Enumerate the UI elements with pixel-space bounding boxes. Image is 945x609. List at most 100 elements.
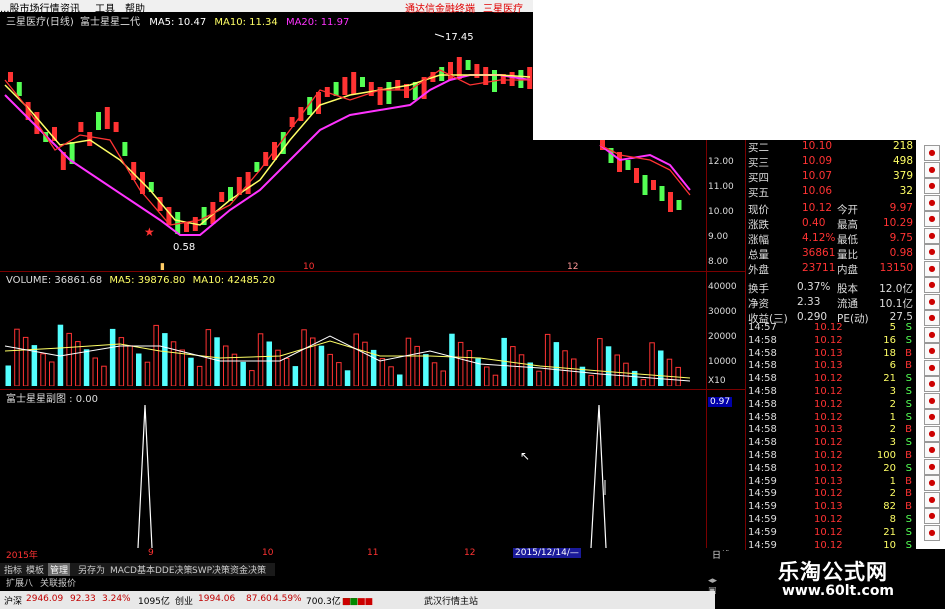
tab-fund[interactable]: 资金决策 <box>228 563 268 576</box>
volume-bar <box>640 379 647 386</box>
toolbar-tool-icon[interactable]: ● <box>924 244 940 260</box>
tick-time: 14:58 <box>748 386 777 397</box>
star-icon: ★ <box>144 225 155 239</box>
stat-value: 10.1亿 <box>879 298 913 310</box>
tick-direction: S <box>905 386 912 397</box>
toolbar-tool-icon[interactable]: ● <box>924 227 940 244</box>
toolbar-tool-icon[interactable]: ● <box>924 211 940 227</box>
tick-direction: S <box>905 526 912 538</box>
volume-bar <box>153 324 159 386</box>
toolbar-tool-icon[interactable]: ● <box>924 508 940 524</box>
month-label: 12 <box>464 548 476 558</box>
cy-pct: 4.59% <box>273 594 302 604</box>
tab-manage[interactable]: 管理 <box>48 563 71 576</box>
volume-bar <box>283 357 290 386</box>
bid-price: 10.09 <box>802 155 833 167</box>
toolbar-tool-icon[interactable]: ● <box>924 392 940 409</box>
toolbar-tool-icon[interactable]: ● <box>924 343 940 359</box>
toolbar-tool-icon[interactable]: ● <box>924 326 940 343</box>
volume-bar <box>658 350 664 386</box>
tick-time: 14:58 <box>748 450 777 461</box>
toolbar-tool-icon[interactable]: ● <box>924 277 940 293</box>
candle <box>104 107 110 129</box>
tick-price: 10.13 <box>814 475 843 487</box>
toolbar-tool-icon[interactable]: ● <box>924 524 940 541</box>
toolbar-tool-icon[interactable]: ● <box>924 359 940 376</box>
tick-price: 10.12 <box>814 398 843 410</box>
candle <box>395 80 401 90</box>
bid-price: 10.10 <box>802 140 833 152</box>
toolbar-tool-icon[interactable]: ● <box>924 260 940 277</box>
tick-volume: 10 <box>883 539 896 551</box>
tick-direction: B <box>905 347 912 359</box>
toolbar-tool-icon[interactable]: ● <box>924 161 940 178</box>
candle <box>351 72 357 94</box>
bid-price: 10.07 <box>802 170 833 182</box>
stat-label: 内盘 <box>837 264 858 276</box>
tab-macd[interactable]: MACD基本 <box>108 563 157 576</box>
volume-chart[interactable] <box>0 286 706 386</box>
tick-direction: B <box>905 450 912 461</box>
candle <box>509 72 515 86</box>
tick-time: 14:59 <box>748 514 777 525</box>
toolbar-tool-icon[interactable]: ● <box>924 145 940 161</box>
tick-direction: B <box>905 475 912 487</box>
tab-indicator[interactable]: 指标 <box>2 563 24 576</box>
tick-volume: 1 <box>889 411 896 423</box>
toolbar-tool-icon[interactable]: ● <box>924 310 940 326</box>
divider <box>706 140 707 550</box>
toolbar-tool-icon[interactable]: ● <box>924 409 940 425</box>
toolbar-tool-icon[interactable]: ● <box>924 491 940 508</box>
tick-direction: S <box>905 398 912 410</box>
toolbar-tool-icon[interactable]: ● <box>924 458 940 475</box>
tick-price: 10.13 <box>814 501 843 513</box>
kline-chart[interactable]: 17.45 0.58 ★ <box>0 20 706 270</box>
tick-direction: B <box>905 424 912 436</box>
bid-row: 买五 10.06 32 <box>745 185 916 199</box>
stat-row: 外盘 23711 内盘 13150 <box>745 262 916 276</box>
bid-row: 买二 10.10 218 <box>745 140 916 154</box>
tab-swp[interactable]: SWP决策 <box>190 563 232 576</box>
stat-label: 最高 <box>837 219 858 231</box>
toolbar-tool-icon[interactable]: ● <box>924 425 940 442</box>
toolbar-tool-icon[interactable]: ● <box>924 376 940 392</box>
tick-direction: S <box>905 462 912 474</box>
price-axis-label: 11.00 <box>708 182 734 192</box>
toolbar-tool-icon[interactable]: ● <box>924 293 940 310</box>
volume-bar <box>240 361 246 386</box>
volume-bar <box>5 365 11 386</box>
volume-bar <box>588 374 594 386</box>
candle <box>360 77 365 87</box>
sh-label: 沪深 <box>4 597 23 607</box>
candle <box>219 192 225 202</box>
tab-extension[interactable]: 扩展八 <box>6 576 33 589</box>
volume-bar <box>249 370 255 386</box>
stat-value: 13150 <box>879 262 913 274</box>
volume-bar <box>257 333 264 386</box>
toolbar-tool-icon[interactable]: ● <box>924 178 940 194</box>
tab-dde[interactable]: DDE决策 <box>153 563 195 576</box>
stat-label: 股本 <box>837 283 858 295</box>
stat-value: 4.12% <box>802 232 836 244</box>
tick-price: 10.12 <box>814 450 843 461</box>
volume-axis-label: 40000 <box>708 282 737 292</box>
tick-time: 14:59 <box>748 539 777 551</box>
candle <box>8 72 13 82</box>
stat-value: 9.75 <box>889 232 913 244</box>
month-label: 11 <box>367 548 379 558</box>
stat-row: 涨幅 4.12% 最低 9.75 <box>745 232 916 246</box>
toolbar-tool-icon[interactable]: ● <box>924 442 940 458</box>
toolbar-tool-icon[interactable]: ● <box>924 475 940 491</box>
server-name[interactable]: 武汉行情主站 <box>424 594 478 607</box>
bid-price: 10.06 <box>802 185 833 197</box>
volume-bar <box>327 353 333 386</box>
tab-template[interactable]: 模板 <box>24 563 46 576</box>
tab-save-as[interactable]: 另存为 <box>76 563 107 576</box>
bid-volume: 32 <box>899 185 913 197</box>
tab-related-quotes[interactable]: 关联报价 <box>40 576 76 589</box>
indicator-chart[interactable]: ↖ <box>0 400 706 550</box>
toolbar-tool-icon[interactable]: ● <box>924 194 940 211</box>
stat-value: 0.98 <box>889 247 913 259</box>
tick-volume: 6 <box>889 360 896 372</box>
tick-direction: S <box>905 334 912 346</box>
